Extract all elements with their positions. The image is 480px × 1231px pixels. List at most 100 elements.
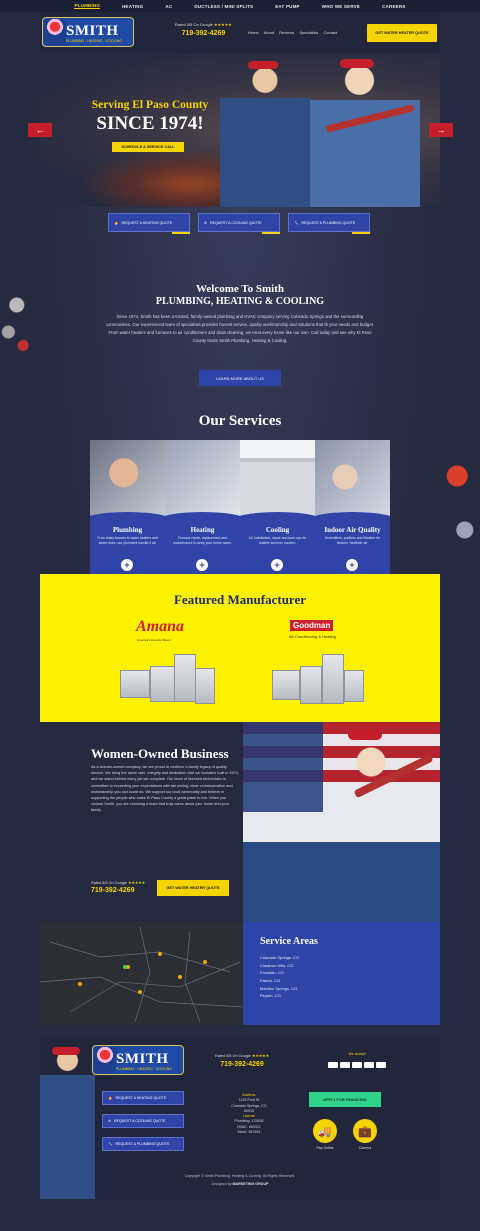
footer-phone-number[interactable]: 719-392-4269 bbox=[215, 1061, 269, 1068]
plus-icon[interactable]: + bbox=[271, 559, 283, 571]
header-link-home[interactable]: Home bbox=[248, 30, 259, 35]
logo-name: SMITH bbox=[66, 23, 119, 39]
amana-unit-image bbox=[195, 668, 215, 704]
nav-ac[interactable]: AC bbox=[165, 4, 172, 9]
service-area-item[interactable]: Falcon, CO bbox=[260, 978, 299, 983]
women-phone-block: Rated 5/5 On Google ★★★★★ 719-392-4269 bbox=[91, 880, 145, 894]
visa-icon bbox=[328, 1062, 338, 1068]
nav-plumbing[interactable]: PLUMBING bbox=[74, 3, 101, 9]
service-area-item[interactable]: Fountain, CO bbox=[260, 970, 299, 975]
logo-name: SMITH bbox=[116, 1051, 169, 1067]
site-footer: SMITH PLUMBING · HEATING · COOLING 🔥 REQ… bbox=[40, 1037, 440, 1199]
flame-icon: 🔥 bbox=[108, 1096, 113, 1100]
powered-prefix: Designed by bbox=[211, 1182, 232, 1186]
hero-prev-arrow-icon[interactable]: ← bbox=[28, 123, 52, 137]
service-area-item[interactable]: Cimarron Hills, CO bbox=[260, 963, 299, 968]
pay-online-label: Pay Online bbox=[316, 1146, 334, 1150]
goodman-unit-image bbox=[322, 654, 344, 704]
services-title: Our Services bbox=[198, 413, 282, 429]
apply-financing-button[interactable]: APPLY FOR FINANCING bbox=[309, 1092, 381, 1107]
stars-icon: ★★★★★ bbox=[127, 881, 145, 885]
cooling-service-image bbox=[240, 440, 315, 522]
site-logo[interactable]: SMITH PLUMBING · HEATING · COOLING bbox=[42, 17, 134, 49]
heating-quote-button[interactable]: 🔥 REQUEST A HEATING QUOTE bbox=[108, 213, 190, 234]
nav-heating[interactable]: HEATING bbox=[122, 4, 143, 9]
plumbing-quote-button[interactable]: 🔧 REQUEST A PLUMBING QUOTE bbox=[288, 213, 370, 234]
nav-heat-pump[interactable]: EAT PUMP bbox=[275, 4, 300, 9]
service-areas-panel: Service Areas Colorado Springs, CO Cimar… bbox=[243, 922, 440, 1025]
header-link-reviews[interactable]: Reviews bbox=[279, 30, 294, 35]
careers-icon[interactable]: 💼 bbox=[353, 1119, 377, 1143]
mascot-icon bbox=[94, 1047, 116, 1073]
service-area-item[interactable]: Peyton, CO bbox=[260, 993, 299, 998]
plus-icon[interactable]: + bbox=[121, 559, 133, 571]
service-areas-section: Service Areas Colorado Springs, CO Cimar… bbox=[39, 922, 440, 1025]
amana-tagline: America's Favorite Brand bbox=[137, 638, 171, 642]
wrench-graphic bbox=[353, 753, 434, 799]
hero-title: SINCE 1974! bbox=[96, 113, 204, 134]
pay-online-icon[interactable]: 🚚 bbox=[313, 1119, 337, 1143]
goodman-unit-image bbox=[344, 670, 364, 702]
decorative-tools-left-image bbox=[0, 278, 42, 368]
rating-label: Rated 5/5 On Google ★★★★★ bbox=[215, 1054, 269, 1058]
header-phone-block: Rated 5/5 On Google ★★★★★ 719-392-4269 bbox=[175, 22, 232, 37]
footer-plumbing-quote-button[interactable]: 🔧 REQUEST A PLUMBING QUOTE bbox=[102, 1137, 184, 1151]
amana-unit-image bbox=[174, 654, 196, 702]
learn-more-button[interactable]: LEARN MORE ABOUT US bbox=[199, 370, 281, 386]
hero-subtitle: Serving El Paso County bbox=[91, 99, 209, 111]
header-link-about[interactable]: About bbox=[264, 30, 274, 35]
nav-careers[interactable]: CAREERS bbox=[382, 4, 405, 9]
schedule-service-button[interactable]: SCHEDULE A SERVICE CALL bbox=[112, 142, 184, 152]
site-header: SMITH PLUMBING · HEATING · COOLING Rated… bbox=[40, 12, 440, 53]
footer-heating-quote-button[interactable]: 🔥 REQUEST A HEATING QUOTE bbox=[102, 1091, 184, 1105]
bandana-graphic bbox=[248, 61, 278, 69]
service-card-plumbing[interactable]: Plumbing From leaky faucets to water hea… bbox=[90, 440, 165, 574]
women-owned-section: Women-Owned Business As a woman-owned co… bbox=[40, 722, 440, 922]
goodman-unit-image bbox=[300, 666, 322, 704]
plus-icon[interactable]: + bbox=[346, 559, 358, 571]
check-icon bbox=[376, 1062, 386, 1068]
water-heater-quote-button[interactable]: GET WATER HEATER QUOTE bbox=[367, 24, 437, 42]
service-desc: Humidifiers, purifiers and filtration fo… bbox=[324, 536, 381, 545]
featured-title: Featured Manufacturer bbox=[173, 592, 307, 607]
women-phone-number[interactable]: 719-392-4269 bbox=[91, 887, 145, 894]
footer-logo[interactable]: SMITH PLUMBING · HEATING · COOLING bbox=[92, 1045, 184, 1077]
payment-cards bbox=[312, 1062, 402, 1068]
service-areas-list: Colorado Springs, CO Cimarron Hills, CO … bbox=[260, 955, 299, 1001]
header-phone-number[interactable]: 719-392-4269 bbox=[175, 30, 232, 37]
service-area-item[interactable]: Colorado Springs, CO bbox=[260, 955, 299, 960]
service-area-map[interactable] bbox=[39, 922, 244, 1025]
hero-next-arrow-icon[interactable]: → bbox=[429, 123, 453, 137]
powered-by: Designed by MARKETING GROUP bbox=[40, 1182, 440, 1186]
careers-label: Careers bbox=[358, 1146, 372, 1150]
snowflake-icon: ❄ bbox=[108, 1119, 112, 1123]
service-card-cooling[interactable]: Cooling AC installation, repair and tune… bbox=[240, 440, 315, 574]
nav-who-we-serve[interactable]: WHO WE SERVE bbox=[322, 4, 360, 9]
service-card-air-quality[interactable]: Indoor Air Quality Humidifiers, purifier… bbox=[315, 440, 390, 574]
heating-quote-label: REQUEST A HEATING QUOTE bbox=[121, 220, 173, 225]
map-roads-graphic bbox=[39, 926, 244, 1023]
stars-icon: ★★★★★ bbox=[213, 22, 232, 27]
welcome-body: Since 1974, Smith has been a trusted, fa… bbox=[105, 314, 375, 343]
service-card-heating[interactable]: Heating Furnace repair, replacement and … bbox=[165, 440, 240, 574]
copyright-text: Copyright © Smith Plumbing, Heating & Co… bbox=[184, 1174, 296, 1178]
amana-logo[interactable]: Amana bbox=[136, 618, 184, 636]
rating-label: Rated 5/5 On Google ★★★★★ bbox=[91, 881, 145, 885]
service-title: Indoor Air Quality bbox=[324, 526, 381, 534]
quote-button-row: 🔥 REQUEST A HEATING QUOTE ❄ REQUEST A CO… bbox=[108, 213, 370, 234]
logo-tagline: PLUMBING · HEATING · COOLING bbox=[66, 39, 122, 43]
payment-header: We Accept bbox=[348, 1052, 366, 1056]
goodman-logo[interactable]: Goodman bbox=[290, 620, 334, 631]
agency-link[interactable]: MARKETING GROUP bbox=[233, 1182, 269, 1186]
service-area-item[interactable]: Manitou Springs, CO bbox=[260, 986, 299, 991]
plus-icon[interactable]: + bbox=[196, 559, 208, 571]
nav-ductless[interactable]: DUCTLESS / MINI SPLITS bbox=[194, 4, 253, 9]
footer-cooling-quote-button[interactable]: ❄ REQUEST A COOLING QUOTE bbox=[102, 1114, 184, 1128]
women-owned-title: Women-Owned Business bbox=[91, 746, 229, 761]
cooling-quote-label: REQUEST A COOLING QUOTE bbox=[210, 220, 262, 225]
cooling-quote-button[interactable]: ❄ REQUEST A COOLING QUOTE bbox=[198, 213, 280, 234]
footer-heating-quote-label: REQUEST A HEATING QUOTE bbox=[115, 1096, 167, 1100]
header-link-specialists[interactable]: Specialists bbox=[299, 30, 318, 35]
header-link-contact[interactable]: Contact bbox=[323, 30, 337, 35]
women-water-heater-quote-button[interactable]: GET WATER HEATER QUOTE bbox=[157, 880, 229, 896]
